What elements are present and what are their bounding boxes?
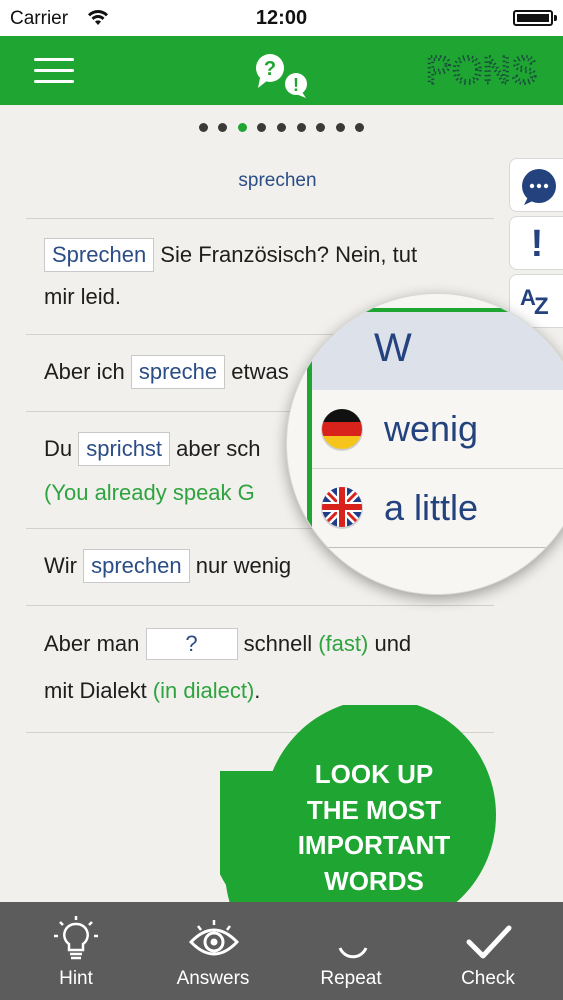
answer-field[interactable]: Sprechen xyxy=(44,238,155,272)
svg-text:PONS: PONS xyxy=(426,50,538,90)
checkmark-icon xyxy=(466,925,512,959)
progress-dot xyxy=(218,123,228,132)
clock: 12:00 xyxy=(255,7,308,29)
sentence-text: schnell xyxy=(237,631,319,656)
sentence-text: mir leid. xyxy=(44,284,122,309)
entry-divider xyxy=(312,547,563,548)
bottom-toolbar: Hint Answers Repeat Check xyxy=(0,902,563,1000)
sentence-text: Du xyxy=(44,436,79,461)
sentence-text: und xyxy=(368,631,412,656)
hint-button[interactable]: Hint xyxy=(16,902,136,1000)
chat-bubble-icon xyxy=(522,169,556,205)
lightbulb-icon xyxy=(54,916,98,960)
eye-icon xyxy=(188,920,240,956)
progress-dot-active xyxy=(237,123,247,132)
battery-icon xyxy=(513,10,557,26)
entry-word: wenig xyxy=(384,408,479,449)
hamburger-menu-icon[interactable] xyxy=(34,56,74,86)
app-header: ? ! PONS xyxy=(0,36,563,105)
status-bar: Carrier 12:00 xyxy=(0,0,563,36)
progress-dot xyxy=(355,123,365,132)
progress-dot xyxy=(335,123,345,132)
question-exclamation-icon: ? ! xyxy=(256,54,307,98)
exclamation-icon: ! xyxy=(530,223,544,265)
progress-dot xyxy=(198,123,208,132)
answer-field[interactable]: sprechen xyxy=(83,549,190,583)
sentence-text: aber sch xyxy=(170,436,261,461)
dictionary-entry[interactable]: wenig xyxy=(312,390,563,468)
sentence-text: Sie Französisch? Nein, tut xyxy=(154,242,418,267)
answers-label: Answers xyxy=(176,968,250,989)
divider xyxy=(26,218,494,219)
divider xyxy=(26,605,494,606)
progress-dot xyxy=(316,123,326,132)
side-tab-grammar[interactable]: ! xyxy=(509,216,563,270)
exercise-word-title: sprechen xyxy=(238,170,317,191)
progress-dot xyxy=(277,123,286,132)
check-button[interactable]: Check xyxy=(428,902,548,1000)
blank-answer-field[interactable]: ? xyxy=(145,628,238,660)
repeat-button[interactable]: Repeat xyxy=(291,902,411,1000)
progress-dot xyxy=(257,123,267,132)
progress-dot xyxy=(296,123,306,132)
translation-hint: (fast) xyxy=(318,631,369,656)
entry-word: a little xyxy=(384,487,479,528)
answer-field[interactable]: sprichst xyxy=(78,432,171,466)
sentence-text: nur wenig xyxy=(189,553,292,578)
sentence-text: etwas xyxy=(225,359,289,384)
translation-hint: (You already speak G xyxy=(44,480,255,505)
dictionary-magnifier: W wenig a little xyxy=(286,293,563,595)
check-label: Check xyxy=(461,968,515,989)
repeat-label: Repeat xyxy=(320,968,382,989)
svg-text:?: ? xyxy=(264,58,276,80)
german-flag-icon xyxy=(321,409,363,451)
translation-hint: (in dialect) xyxy=(152,678,255,703)
promo-text: LOOK UP THE MOST IMPORTANT WORDS xyxy=(297,759,451,896)
letter-header: W xyxy=(312,312,563,390)
sentence-text: Wir xyxy=(44,553,84,578)
hint-label: Hint xyxy=(59,968,93,989)
sentence-text: Aber man xyxy=(44,631,146,656)
answer-field[interactable]: spreche xyxy=(130,355,226,389)
uk-flag-icon xyxy=(321,487,363,529)
svg-text:!: ! xyxy=(293,75,299,95)
sentence-text: . xyxy=(254,678,261,703)
dictionary-entry[interactable]: a little xyxy=(312,469,563,547)
answers-button[interactable]: Answers xyxy=(153,902,273,1000)
side-tab-chat[interactable] xyxy=(509,158,563,212)
sentence-text: Aber ich xyxy=(44,359,131,384)
sentence-text: mit Dialekt xyxy=(44,678,153,703)
letter-header-label: W xyxy=(374,326,412,370)
progress-dots xyxy=(0,123,563,132)
repeat-icon xyxy=(338,947,368,959)
pons-logo: PONS xyxy=(425,50,539,90)
